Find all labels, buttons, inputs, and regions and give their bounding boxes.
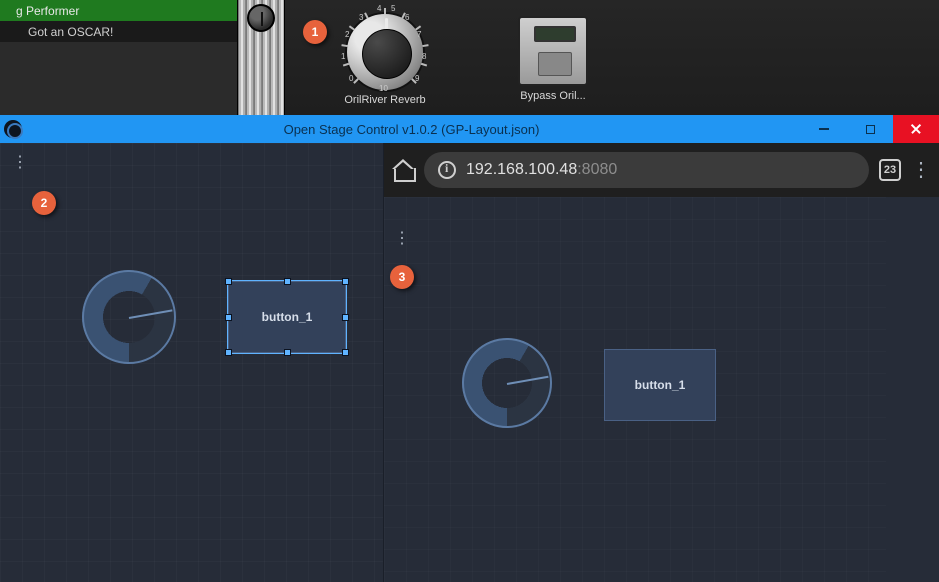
url-ip: 192.168.100.48 (466, 161, 577, 179)
browser-menu-icon[interactable]: ⋮ (911, 166, 931, 174)
rack-list: g Performer Got an OSCAR! (0, 0, 237, 115)
button-widget-label: button_1 (635, 378, 686, 392)
screw-icon (247, 4, 275, 32)
button-widget[interactable]: button_1 (228, 281, 346, 353)
mobile-editor-menu-icon[interactable]: ⋮ (394, 235, 410, 243)
button-widget-label: button_1 (262, 310, 313, 324)
callout-2: 2 (32, 191, 56, 215)
home-icon[interactable] (392, 160, 414, 180)
gp-host-panel: g Performer Got an OSCAR! 1 (0, 0, 939, 115)
maximize-button[interactable] (847, 115, 893, 143)
rack-row-active[interactable]: g Performer (0, 0, 237, 21)
close-button[interactable] (893, 115, 939, 143)
url-bar[interactable]: 192.168.100.48:8080 (424, 152, 869, 188)
osc-app-icon (4, 120, 22, 138)
plugin-slot-orilriver[interactable]: 0 1 2 3 4 5 6 7 8 9 10 OrilRiver Reverb (335, 12, 435, 106)
plugin-slot-bypass[interactable]: Bypass Oril... (503, 12, 603, 102)
osc-editor-pane[interactable]: ⋮ 2 button_1 (0, 143, 384, 582)
callout-1: 1 (303, 20, 327, 44)
tab-count-button[interactable]: 23 (879, 159, 901, 181)
knob-widget[interactable] (82, 270, 176, 364)
osc-window: Open Stage Control v1.0.2 (GP-Layout.jso… (0, 115, 939, 582)
osc-titlebar[interactable]: Open Stage Control v1.0.2 (GP-Layout.jso… (0, 115, 939, 143)
bypass-device-icon[interactable] (518, 16, 588, 86)
url-port: :8080 (577, 161, 617, 179)
mobile-canvas[interactable]: ⋮ 3 button_1 (384, 197, 886, 582)
button-widget-mobile[interactable]: button_1 (604, 349, 716, 421)
site-info-icon[interactable] (438, 161, 456, 179)
browser-toolbar: 192.168.100.48:8080 23 ⋮ (384, 143, 939, 197)
plugin-slot-label: OrilRiver Reverb (335, 94, 435, 106)
rack-row-sub[interactable]: Got an OSCAR! (0, 21, 237, 42)
minimize-button[interactable] (801, 115, 847, 143)
plugin-slot-label: Bypass Oril... (503, 90, 603, 102)
mobile-preview-pane: 192.168.100.48:8080 23 ⋮ ⋮ 3 button_1 (384, 143, 939, 582)
plugin-slot-area: 1 (285, 0, 939, 115)
knob-widget-mobile[interactable] (462, 338, 552, 428)
osc-window-title: Open Stage Control v1.0.2 (GP-Layout.jso… (22, 122, 801, 137)
callout-3: 3 (390, 265, 414, 289)
editor-menu-icon[interactable]: ⋮ (12, 159, 28, 167)
